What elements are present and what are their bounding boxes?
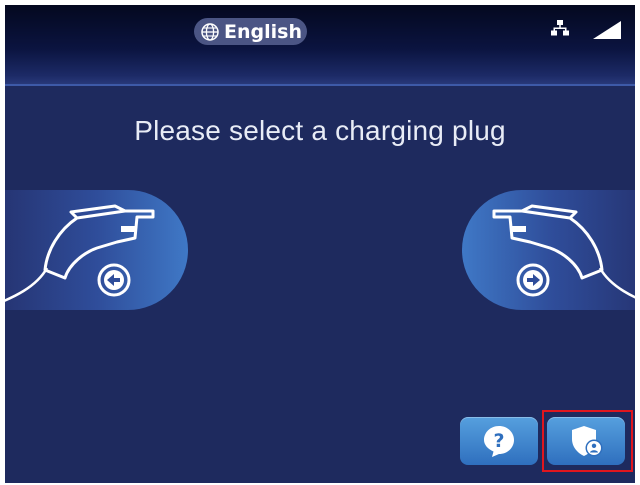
arrow-right-circle-icon: [516, 263, 550, 297]
signal-strength-icon: [593, 21, 621, 39]
charging-plug-icon: [5, 204, 155, 302]
svg-text:?: ?: [493, 430, 504, 452]
language-label: English: [224, 20, 302, 43]
globe-icon: [201, 22, 219, 41]
arrow-left-circle-icon: [97, 263, 131, 297]
charger-screen: English Please select a charging plug ?: [5, 5, 635, 483]
admin-button[interactable]: [547, 417, 625, 465]
top-bar: [5, 5, 635, 85]
help-button[interactable]: ?: [460, 417, 538, 465]
network-icon: [551, 20, 569, 36]
charging-plug-icon: [492, 204, 635, 299]
top-bar-divider: [5, 84, 635, 86]
language-selector[interactable]: English: [194, 18, 307, 45]
question-bubble-icon: ?: [484, 426, 514, 457]
page-title: Please select a charging plug: [134, 115, 506, 146]
plug-button-left[interactable]: [5, 190, 188, 310]
shield-user-icon: [572, 426, 603, 457]
plug-button-right[interactable]: [462, 190, 635, 310]
